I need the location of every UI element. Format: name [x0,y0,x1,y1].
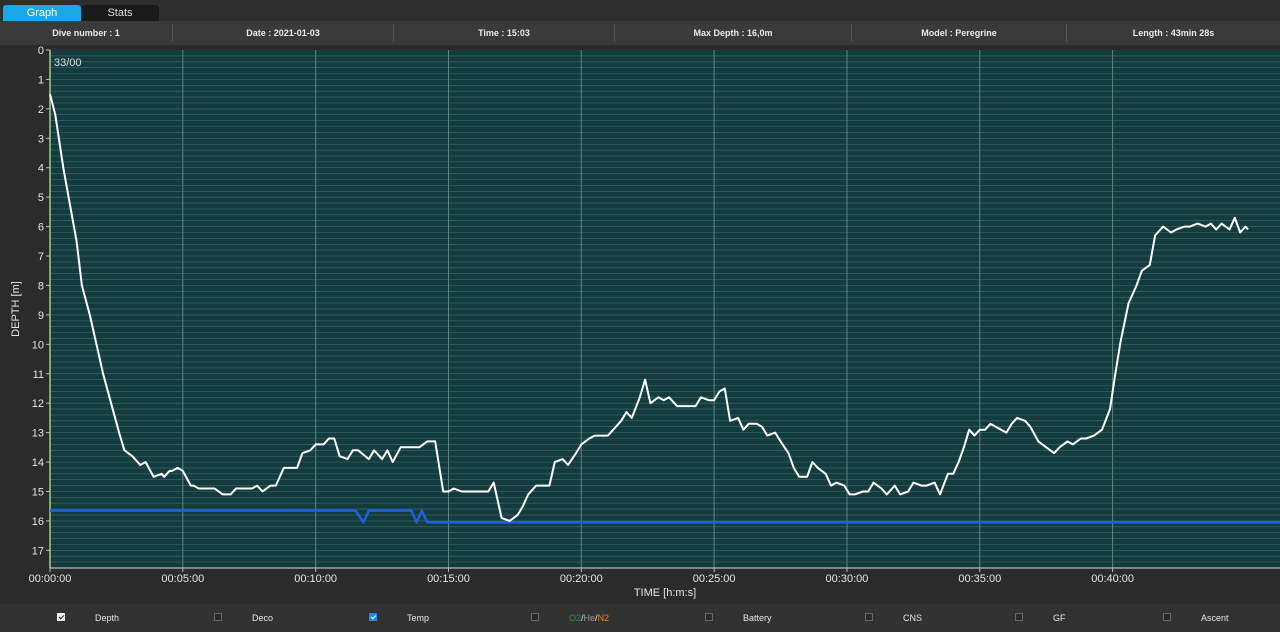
tab-stats[interactable]: Stats [81,5,159,21]
y-tick-label: 6 [38,222,44,234]
legend-label: O2/He/N2 [569,604,609,632]
legend-label: GF [1053,613,1066,623]
ascent-checkbox[interactable] [1163,613,1171,621]
legend-label: Battery [743,613,772,623]
depth-profile-chart[interactable]: 01234567891011121314151617 00:00:00 00:05… [0,45,1280,604]
tab-bar: Graph Stats [0,0,1280,21]
y-tick-label: 7 [38,251,44,263]
legend-label: Depth [95,613,120,623]
x-tick-label: 00:20:00 [560,573,603,585]
x-tick-label: 00:05:00 [161,573,204,585]
y-tick-label: 5 [38,192,44,204]
x-axis-title: TIME [h:m:s] [634,587,696,599]
y-tick-label: 11 [33,369,44,381]
x-tick-label: 00:30:00 [826,573,869,585]
y-tick-label: 15 [32,486,44,498]
x-tick-label: 00:35:00 [958,573,1001,585]
gf-checkbox[interactable] [1015,613,1023,621]
legend-label: Deco [252,613,274,623]
y-tick-label: 9 [38,310,44,322]
x-tick-label: 00:00:00 [29,573,72,585]
y-axis-title: DEPTH [m] [10,281,22,337]
dive-date: Date : 2021-01-03 [246,28,320,38]
series-legend: Depth Deco Temp O2/He/N2 Battery CNS GF … [0,604,1280,632]
y-tick-label: 0 [38,45,44,57]
x-tick-label: 00:25:00 [693,573,736,585]
depth-checkbox[interactable] [57,613,65,621]
corner-label: 33/00 [54,57,82,69]
he-label: He [583,613,596,623]
deco-checkbox[interactable] [214,613,222,621]
cns-checkbox[interactable] [865,613,873,621]
dive-length: Length : 43min 28s [1132,28,1215,38]
o2-label: O2 [569,613,582,623]
y-tick-label: 12 [32,398,44,410]
y-tick-label: 3 [38,133,44,145]
legend-label: Temp [407,613,430,623]
battery-checkbox[interactable] [705,613,713,621]
y-tick-label: 14 [32,457,44,469]
dive-number: Dive number : 1 [52,28,120,38]
y-tick-label: 17 [32,545,44,557]
gas-mix-checkbox[interactable] [531,613,539,621]
y-tick-label: 13 [32,428,44,440]
max-depth: Max Depth : 16,0m [693,28,773,38]
x-tick-label: 00:40:00 [1091,573,1134,585]
legend-label: CNS [903,613,923,623]
x-tick-label: 00:10:00 [294,573,337,585]
temp-checkbox[interactable] [369,613,377,621]
y-tick-label: 8 [38,280,44,292]
n2-label: N2 [597,613,610,623]
computer-model: Model : Peregrine [921,28,997,38]
y-tick-label: 10 [32,339,44,351]
y-tick-label: 1 [38,74,44,86]
legend-label: Ascent [1201,613,1229,623]
x-tick-label: 00:15:00 [427,573,470,585]
dive-time: Time : 15:03 [478,28,530,38]
y-tick-label: 2 [38,104,44,116]
tab-graph[interactable]: Graph [3,5,81,21]
dive-info-bar: Dive number : 1 Date : 2021-01-03 Time :… [0,21,1280,45]
y-tick-label: 16 [32,516,44,528]
y-tick-label: 4 [38,163,44,175]
